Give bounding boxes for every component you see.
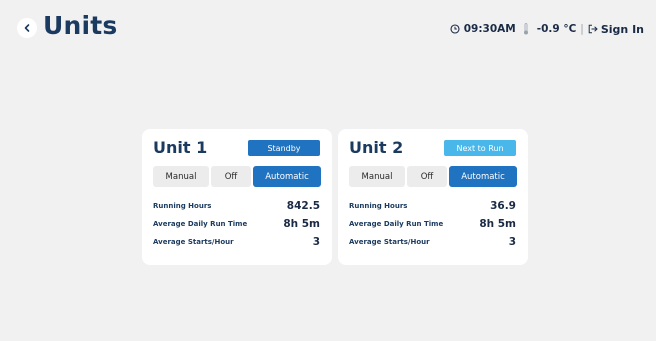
mode-selector: Manual Off Automatic	[349, 166, 517, 187]
unit-card: Unit 2 Next to Run Manual Off Automatic …	[338, 129, 528, 265]
sign-in-icon	[588, 24, 598, 34]
off-mode-button[interactable]: Off	[407, 166, 447, 187]
sign-in-label: Sign In	[600, 22, 644, 36]
unit-card: Unit 1 Standby Manual Off Automatic Runn…	[142, 129, 332, 265]
separator: |	[580, 23, 584, 35]
running-hours-label: Running Hours	[349, 202, 408, 210]
clock-icon	[450, 24, 460, 34]
unit-title: Unit 2	[349, 138, 404, 157]
daily-run-time-value: 8h 5m	[479, 218, 516, 230]
daily-run-time-value: 8h 5m	[283, 218, 320, 230]
current-time: 09:30AM	[463, 23, 516, 35]
manual-mode-button[interactable]: Manual	[153, 166, 209, 187]
starts-per-hour-label: Average Starts/Hour	[349, 238, 430, 246]
thermometer-icon	[523, 23, 529, 35]
stat-row: Average Starts/Hour 3	[153, 233, 320, 251]
off-mode-button[interactable]: Off	[211, 166, 251, 187]
unit-stats: Running Hours 36.9 Average Daily Run Tim…	[349, 197, 516, 251]
automatic-mode-button[interactable]: Automatic	[449, 166, 517, 187]
mode-selector: Manual Off Automatic	[153, 166, 321, 187]
unit-stats: Running Hours 842.5 Average Daily Run Ti…	[153, 197, 320, 251]
page-title: Units	[43, 11, 118, 40]
running-hours-label: Running Hours	[153, 202, 212, 210]
unit-title: Unit 1	[153, 138, 208, 157]
stat-row: Average Daily Run Time 8h 5m	[153, 215, 320, 233]
starts-per-hour-label: Average Starts/Hour	[153, 238, 234, 246]
stat-row: Average Daily Run Time 8h 5m	[349, 215, 516, 233]
sign-in-button[interactable]: Sign In	[588, 23, 644, 36]
automatic-mode-button[interactable]: Automatic	[253, 166, 321, 187]
daily-run-time-label: Average Daily Run Time	[349, 220, 444, 228]
stat-row: Running Hours 36.9	[349, 197, 516, 215]
stat-row: Average Starts/Hour 3	[349, 233, 516, 251]
daily-run-time-label: Average Daily Run Time	[153, 220, 248, 228]
status-badge: Next to Run	[444, 140, 516, 156]
back-button[interactable]	[17, 18, 37, 38]
manual-mode-button[interactable]: Manual	[349, 166, 405, 187]
starts-per-hour-value: 3	[312, 236, 320, 248]
temperature: -0.9 °C	[536, 23, 577, 35]
header: Units 09:30AM -0.9 °C | Sign In	[0, 0, 656, 56]
chevron-left-icon	[24, 24, 30, 32]
status-bar: 09:30AM -0.9 °C | Sign In	[450, 21, 644, 37]
running-hours-value: 36.9	[490, 200, 516, 212]
stat-row: Running Hours 842.5	[153, 197, 320, 215]
running-hours-value: 842.5	[286, 200, 320, 212]
starts-per-hour-value: 3	[508, 236, 516, 248]
status-badge: Standby	[248, 140, 320, 156]
